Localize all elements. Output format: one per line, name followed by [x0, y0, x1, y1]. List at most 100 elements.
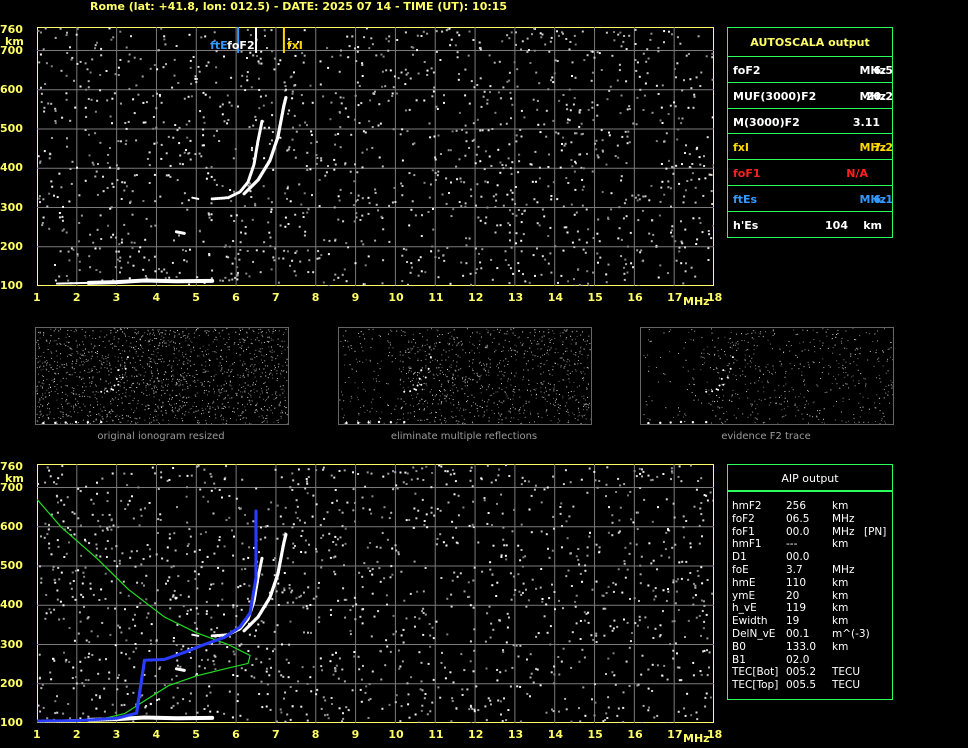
bottom-x-unit: MHz [683, 732, 710, 745]
autoscala-panel: AUTOSCALA output foF2 6.5 MHz MUF(3000)F2 20… [727, 27, 893, 238]
top-x-tick-16: 16 [627, 291, 643, 304]
aip-param-name: hmF1 [732, 538, 762, 551]
aip-row-fof2: foF2 06.5 MHz [732, 513, 890, 526]
aip-title: AIP output [781, 472, 839, 485]
autoscala-param-name: fxI [733, 141, 749, 155]
thumbnail-caption-0: original ionogram resized [97, 431, 225, 442]
aip-param-value: 110 [786, 576, 807, 589]
top-x-tick-14: 14 [547, 291, 564, 304]
autoscala-row-h-es: h'Es 104 km [728, 210, 892, 237]
bottom-y-tick-100: 100 [0, 716, 23, 729]
aip-param-name: foF1 [732, 525, 755, 538]
aip-param-value: 00.0 [786, 525, 810, 538]
thumbnail-original [35, 327, 289, 425]
bottom-x-tick-14: 14 [547, 728, 564, 741]
autoscala-param-name: M(3000)F2 [733, 115, 800, 129]
autoscala-param-value: 104 [825, 218, 848, 232]
aip-param-value: --- [786, 538, 798, 551]
aip-param-unit: km [832, 640, 849, 653]
top-y-tick-200: 200 [0, 239, 23, 253]
aip-param-unit: km [832, 500, 849, 512]
aip-param-unit: MHz [832, 525, 855, 538]
autoscala-param-unit: MHz [859, 89, 886, 103]
autoscala-param-name: foF1 [733, 167, 761, 181]
aip-row-foe: foE 3.7 MHz [732, 564, 890, 577]
top-x-tick-11: 11 [428, 291, 444, 304]
autoscala-param-name: MUF(3000)F2 [733, 89, 817, 103]
aip-param-value: 00.0 [786, 551, 810, 564]
bottom-y-unit: km [5, 472, 24, 485]
top-x-tick-8: 8 [311, 291, 320, 304]
bottom-x-tick-15: 15 [587, 728, 603, 741]
bottom-x-tick-7: 7 [271, 728, 280, 741]
aip-param-value: 005.2 [786, 666, 817, 679]
bottom-y-tick-300: 300 [0, 637, 23, 651]
aip-param-unit: TECU [832, 679, 861, 692]
bottom-x-tick-16: 16 [627, 728, 643, 741]
aip-row-b1: B1 02.0 [732, 654, 890, 667]
top-x-tick-12: 12 [468, 291, 484, 304]
bottom-x-tick-10: 10 [388, 728, 404, 741]
autoscala-row-muf-3000-f2: MUF(3000)F2 20.2 MHz [728, 81, 893, 108]
autoscala-row-fof1: foF1 N/A [728, 159, 892, 185]
marker-foF2-label: foF2 [227, 39, 255, 52]
aip-row-tec-top-: TEC[Top] 005.5 TECU [732, 679, 890, 692]
marker-ftE-label: ftE [210, 39, 228, 52]
bottom-y-tick-500: 500 [0, 559, 23, 573]
top-x-unit: MHz [683, 295, 710, 308]
aip-param-value: 19 [786, 615, 800, 628]
aip-param-name: B0 [732, 640, 746, 653]
top-x-tick-2: 2 [72, 291, 81, 304]
autoscala-param-name: foF2 [733, 64, 761, 77]
top-x-tick-13: 13 [507, 291, 524, 304]
bottom-x-tick-8: 8 [311, 728, 320, 741]
top-y-tick-760: 760 [0, 23, 23, 36]
aip-param-name: ymE [732, 589, 756, 602]
bottom-x-tick-6: 6 [232, 728, 240, 741]
aip-param-value: 06.5 [786, 512, 810, 525]
aip-param-name: TEC[Top] [732, 679, 779, 692]
aip-param-unit: TECU [832, 666, 861, 679]
ionogram-title: Rome (lat: +41.8, lon: 012.5) - DATE: 20… [90, 0, 508, 13]
aip-param-note: [PN] [864, 525, 887, 538]
autoscala-param-unit: MHz [859, 193, 886, 206]
autoscala-param-name: h'Es [733, 218, 759, 232]
aip-param-unit: MHz [832, 564, 855, 576]
top-x-tick-9: 9 [351, 291, 360, 304]
top-ionogram-grid [37, 27, 714, 286]
aip-param-name: Ewidth [732, 615, 768, 628]
autoscala-param-value: 3.11 [852, 115, 880, 129]
autoscala-row-fxi: fxI 7.2 MHz [728, 133, 893, 159]
top-x-tick-6: 6 [232, 291, 240, 304]
bottom-y-tick-400: 400 [0, 598, 23, 612]
aip-row-hmf2: hmF2 256 km [732, 500, 890, 513]
bottom-x-tick-3: 3 [112, 728, 121, 741]
bottom-x-tick-11: 11 [428, 728, 444, 741]
autoscala-row-fof2: foF2 6.5 MHz [728, 56, 893, 82]
bottom-x-tick-9: 9 [351, 728, 360, 741]
autoscala-row-m-3000-f2: M(3000)F2 3.11 [728, 107, 892, 134]
autoscala-param-unit: MHz [859, 141, 886, 155]
aip-row-d1: D1 00.0 [732, 551, 890, 564]
thumbnail-caption-2: evidence F2 trace [721, 431, 811, 442]
bottom-x-tick-17: 17 [667, 728, 683, 741]
aip-param-unit: km [832, 538, 849, 551]
thumbnail-caption-1: eliminate multiple reflections [390, 431, 538, 442]
aip-row-hmf1: hmF1 --- km [732, 538, 890, 551]
aip-param-name: h_vE [732, 602, 757, 615]
aip-param-name: D1 [732, 551, 747, 564]
bottom-ionogram-grid [37, 464, 714, 723]
aip-param-value: 02.0 [786, 653, 810, 666]
aip-param-value: 00.1 [786, 628, 810, 640]
aip-row-tec-bot-: TEC[Bot] 005.2 TECU [732, 666, 890, 679]
top-y-tick-100: 100 [0, 279, 23, 292]
aip-row-deln-ve: DelN_vE 00.1 m^(-3) [732, 628, 890, 641]
top-y-unit: km [5, 35, 24, 48]
thumbnail-evidence [640, 327, 894, 425]
autoscala-param-name: ftEs [733, 193, 758, 206]
bottom-x-tick-5: 5 [192, 728, 200, 741]
top-y-tick-400: 400 [0, 161, 23, 175]
bottom-x-tick-4: 4 [152, 728, 161, 741]
autoscala-title: AUTOSCALA output [750, 36, 870, 49]
aip-param-value: 20 [786, 589, 800, 602]
